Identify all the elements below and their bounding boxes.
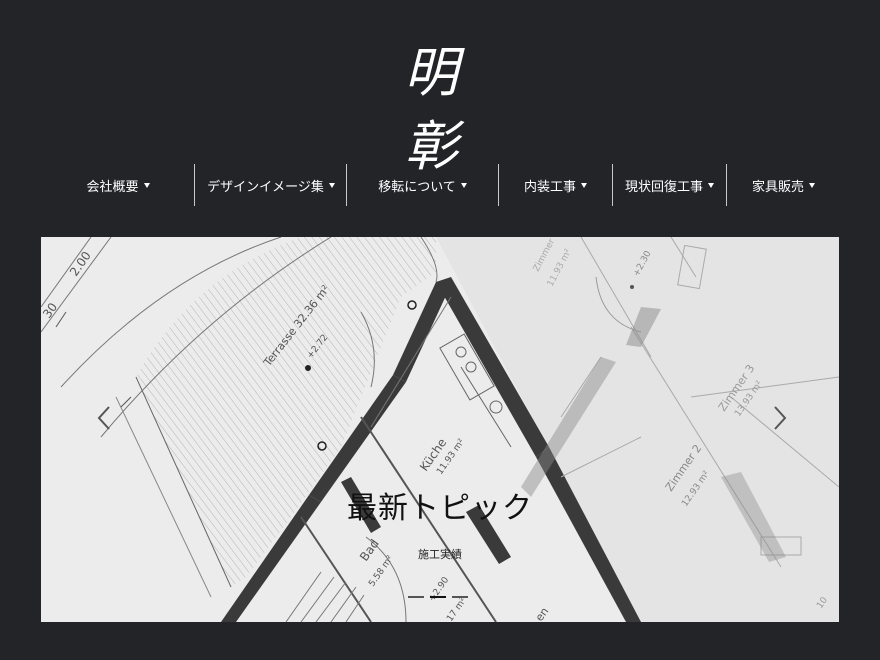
nav-item-label: 内装工事 <box>523 179 576 195</box>
slider-dot-active[interactable] <box>430 596 446 598</box>
nav-item-design-gallery[interactable]: デザインイメージ集 <box>195 164 347 206</box>
chevron-left-icon <box>97 406 110 430</box>
caret-down-icon <box>581 182 587 188</box>
main-nav: 会社概要 デザインイメージ集 移転について 内装工事 現状回復工事 家具販売 <box>42 164 840 206</box>
nav-item-furniture-sales[interactable]: 家具販売 <box>727 164 840 206</box>
nav-item-label: 会社概要 <box>86 179 139 195</box>
nav-item-label: 家具販売 <box>751 179 804 195</box>
caret-down-icon <box>809 182 815 188</box>
caret-down-icon <box>708 182 714 188</box>
hero-slider: Terrasse 32.36 m² +2.72 Küche 11.93 m² B… <box>41 237 839 622</box>
slider-dot[interactable] <box>408 596 424 598</box>
caret-down-icon <box>460 182 467 188</box>
nav-item-label: 移転について <box>378 179 456 195</box>
nav-item-interior-work[interactable]: 内装工事 <box>499 164 612 206</box>
nav-item-relocation[interactable]: 移転について <box>347 164 498 206</box>
site-header: 明彰 <box>0 0 880 178</box>
slider-prev-button[interactable] <box>93 403 117 433</box>
site-logo[interactable]: 明彰 <box>372 36 508 178</box>
floorplan-image: Terrasse 32.36 m² +2.72 Küche 11.93 m² B… <box>41 237 839 622</box>
slider-pagination <box>408 594 472 600</box>
hero-subtitle[interactable]: 施工実績 <box>41 546 839 562</box>
nav-item-label: 現状回復工事 <box>624 179 703 195</box>
caret-down-icon <box>328 182 335 188</box>
chevron-right-icon <box>774 406 787 430</box>
nav-item-restoration-work[interactable]: 現状回復工事 <box>613 164 726 206</box>
slider-dot[interactable] <box>452 596 468 598</box>
hero-title: 最新トピック <box>347 491 533 526</box>
nav-item-company[interactable]: 会社概要 <box>42 164 194 206</box>
slider-next-button[interactable] <box>767 403 791 433</box>
caret-down-icon <box>143 182 150 188</box>
nav-item-label: デザインイメージ集 <box>207 179 324 195</box>
